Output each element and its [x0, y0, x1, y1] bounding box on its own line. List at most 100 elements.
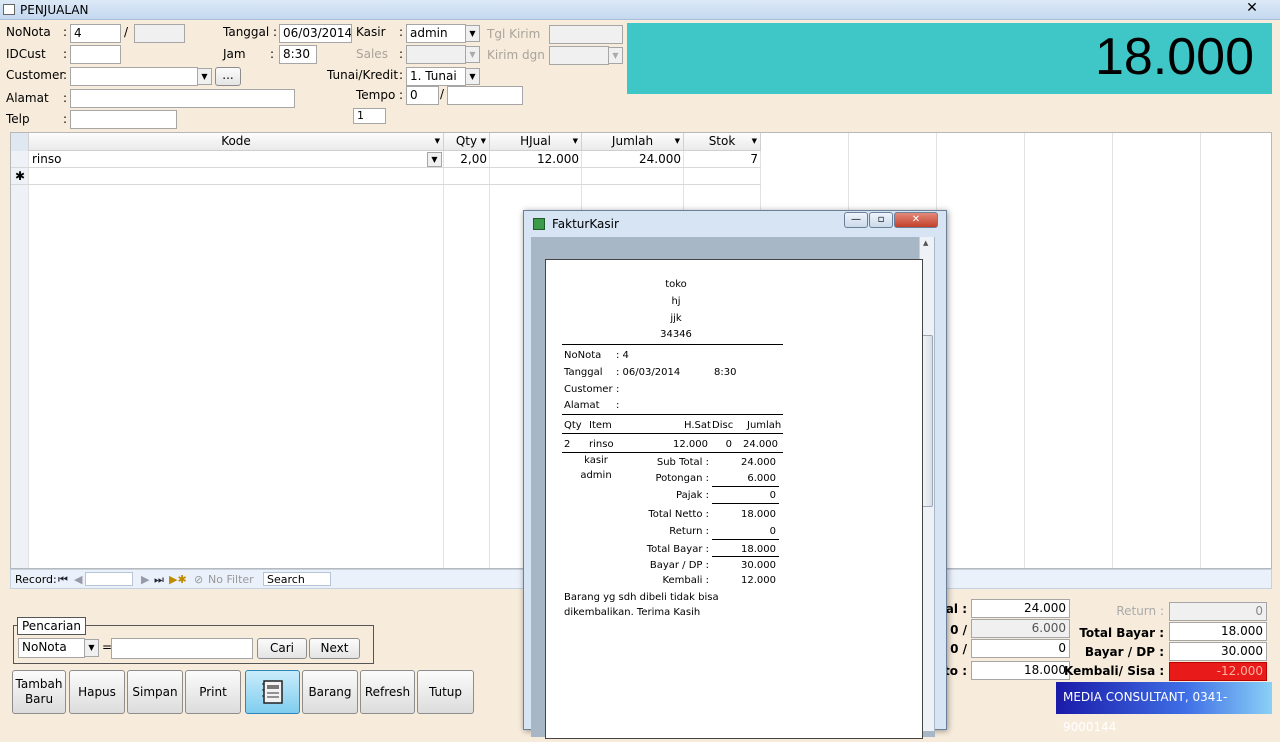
header-jumlah[interactable]: Jumlah ▼ [582, 133, 684, 151]
chevron-down-icon[interactable]: ▼ [573, 133, 578, 150]
refresh-button[interactable]: Refresh [360, 670, 415, 714]
idcust-input[interactable] [70, 45, 121, 64]
cell-stok[interactable]: 7 [684, 151, 761, 168]
total-input[interactable]: 24.000 [971, 599, 1070, 618]
simpan-button[interactable]: Simpan [127, 670, 183, 714]
receipt-head-hsat: H.Sat [684, 420, 711, 431]
new-row[interactable]: ✱ [11, 168, 761, 185]
last-record-icon[interactable]: ⏭ [154, 573, 164, 587]
header-kode[interactable]: Kode ▼ [29, 133, 444, 151]
pencarian-field-select[interactable]: NoNota [18, 638, 85, 658]
close-icon[interactable]: ✕ [894, 212, 938, 228]
tempo-date-input[interactable] [447, 86, 523, 105]
nonota-input[interactable]: 4 [70, 24, 121, 43]
divider [712, 556, 779, 557]
kembali-sisa-input[interactable]: -12.000 [1169, 662, 1267, 681]
receipt-head-disc: Disc [712, 420, 734, 431]
receipt-kembali-label: Kembali : [662, 575, 709, 586]
tanggal-input[interactable]: 06/03/2014 [279, 24, 352, 43]
prev-record-icon[interactable]: ◀ [74, 573, 82, 586]
notebook-icon [261, 680, 283, 704]
receipt-netto-value: 18.000 [741, 509, 776, 520]
bayar-dp-input[interactable]: 30.000 [1169, 642, 1267, 661]
customer-lookup-button[interactable]: ... [215, 67, 241, 86]
pencarian-value-input[interactable] [111, 638, 253, 659]
print-button[interactable]: Print [185, 670, 241, 714]
receipt-kasir-name: admin [580, 470, 612, 481]
receipt-nonota-value: : 4 [616, 350, 629, 361]
potongan-input[interactable]: 6.000 [971, 619, 1070, 638]
tempo-input[interactable]: 0 [406, 86, 439, 105]
kasir-select[interactable]: admin [406, 24, 466, 43]
sales-select[interactable] [406, 45, 466, 64]
nonota-suffix-input[interactable] [134, 24, 185, 43]
search-input[interactable]: Search [263, 572, 331, 586]
chevron-down-icon[interactable]: ▼ [608, 47, 623, 64]
window-title-bar: PENJUALAN ✕ [0, 0, 1280, 20]
no-filter-button[interactable]: No Filter [208, 573, 254, 586]
first-record-icon[interactable]: ⏮ [58, 573, 68, 587]
receipt-head-item: Item [589, 420, 612, 431]
return-input[interactable]: 0 [1169, 602, 1267, 621]
tunai-kredit-select[interactable]: 1. Tunai [406, 67, 466, 86]
kasir-label: Kasir [356, 25, 386, 39]
total-bayar-input[interactable]: 18.000 [1169, 622, 1267, 641]
chevron-down-icon[interactable]: ▼ [465, 46, 480, 63]
tambah-baru-button[interactable]: Tambah Baru [12, 670, 66, 714]
store-line-3: jjk [670, 313, 682, 324]
header-qty[interactable]: Qty ▼ [444, 133, 490, 151]
cell-kode[interactable]: rinso [29, 151, 444, 168]
chevron-down-icon[interactable]: ▼ [465, 25, 480, 42]
scroll-up-icon[interactable]: ▲ [923, 239, 928, 247]
receipt-item-jumlah: 24.000 [743, 439, 778, 450]
tutup-button[interactable]: Tutup [417, 670, 474, 714]
close-icon[interactable]: ✕ [1240, 0, 1264, 18]
receipt-potongan-value: 6.000 [747, 473, 776, 484]
chevron-down-icon[interactable]: ▼ [481, 133, 486, 150]
hapus-button[interactable]: Hapus [69, 670, 125, 714]
chevron-down-icon[interactable]: ▼ [197, 68, 212, 85]
form-icon [3, 4, 15, 15]
record-number-input[interactable] [85, 572, 133, 586]
pajak-input[interactable]: 0 [971, 639, 1070, 658]
jam-input[interactable]: 8:30 [279, 45, 317, 64]
receipt-kasir-label: kasir [584, 455, 608, 466]
chevron-down-icon[interactable]: ▼ [675, 133, 680, 150]
cari-button[interactable]: Cari [257, 638, 307, 659]
nonota-label: NoNota [6, 25, 51, 39]
cell-jumlah[interactable]: 24.000 [582, 151, 684, 168]
divider [712, 539, 779, 540]
alamat-input[interactable] [70, 89, 295, 108]
chevron-down-icon[interactable]: ▼ [427, 152, 442, 167]
divider [562, 414, 783, 415]
cell-qty[interactable]: 2,00 [444, 151, 490, 168]
receipt-nonota-label: NoNota [564, 350, 602, 361]
return-label: Return : [1116, 604, 1164, 618]
next-record-icon[interactable]: ▶ [141, 573, 149, 586]
chevron-down-icon[interactable]: ▼ [84, 639, 99, 657]
sales-label: Sales [356, 47, 388, 61]
table-row[interactable]: rinso ▼ 2,00 12.000 24.000 7 [11, 151, 761, 168]
barang-button[interactable]: Barang [302, 670, 358, 714]
telp-input[interactable] [70, 110, 177, 129]
customer-select[interactable] [70, 67, 198, 86]
header-stok[interactable]: Stok ▼ [684, 133, 761, 151]
next-button[interactable]: Next [309, 638, 360, 659]
maximize-icon[interactable]: ▫ [869, 212, 893, 228]
chevron-down-icon[interactable]: ▼ [435, 133, 440, 150]
faktur-kasir-window: FakturKasir — ▫ ✕ ▲ toko hj jjk 34346 No… [523, 210, 947, 739]
netto-input[interactable]: 18.000 [971, 661, 1070, 680]
notebook-button[interactable] [245, 670, 300, 714]
colon: : [63, 91, 68, 105]
report-icon [533, 218, 545, 230]
cell-hjual[interactable]: 12.000 [490, 151, 582, 168]
select-all-cell[interactable] [11, 133, 29, 151]
header-hjual[interactable]: HJual ▼ [490, 133, 582, 151]
minimize-icon[interactable]: — [844, 212, 868, 228]
tgl-kirim-input[interactable] [549, 25, 623, 44]
chevron-down-icon[interactable]: ▼ [465, 68, 480, 85]
kirim-dgn-select[interactable] [549, 46, 609, 65]
small-number-box[interactable]: 1 [353, 108, 386, 124]
chevron-down-icon[interactable]: ▼ [752, 133, 757, 150]
new-record-nav-icon[interactable]: ▶✱ [169, 573, 187, 586]
